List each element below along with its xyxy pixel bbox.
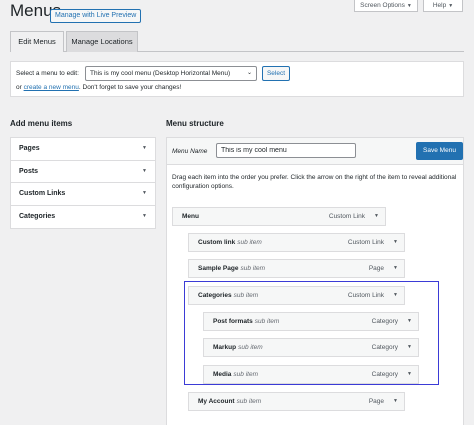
tab-manage-locations[interactable]: Manage Locations <box>66 31 138 52</box>
accordion-posts[interactable]: Posts ▼ <box>11 161 155 183</box>
create-menu-line: or create a new menu. Don't forget to sa… <box>16 84 181 91</box>
caret-down-icon: ▼ <box>142 167 147 174</box>
caret-down-icon[interactable]: ▼ <box>393 234 398 251</box>
menu-item[interactable]: My Account sub item Page ▼ <box>188 392 405 411</box>
accordion-pages[interactable]: Pages ▼ <box>11 138 155 161</box>
menu-name-input[interactable] <box>216 143 356 158</box>
caret-down-icon[interactable]: ▼ <box>374 208 379 225</box>
accordion-label: Pages <box>19 145 40 152</box>
caret-down-icon[interactable]: ▼ <box>393 393 398 410</box>
menu-item-type: Page <box>368 265 384 272</box>
help-button[interactable]: Help ▼ <box>423 0 463 12</box>
accordion-label: Posts <box>19 167 39 175</box>
caret-down-icon: ▼ <box>448 3 454 9</box>
save-menu-button[interactable]: Save Menu <box>416 142 463 160</box>
accordion-label: Categories <box>19 212 56 220</box>
menu-item[interactable]: Custom link sub item Custom Link ▼ <box>188 233 405 252</box>
menu-structure-heading: Menu structure <box>166 119 224 128</box>
menu-item-title: My Account <box>198 398 235 405</box>
menu-item-type: Page <box>368 398 384 405</box>
add-items-accordion: Pages ▼ Posts ▼ Custom Links ▼ Categories ▼ <box>10 137 156 229</box>
manage-live-preview-button[interactable]: Manage with Live Preview <box>50 9 142 23</box>
menu-item-type: Custom Link <box>328 213 365 220</box>
menu-item-sub: sub item <box>237 239 262 246</box>
tab-edit-menus[interactable]: Edit Menus <box>10 31 64 52</box>
menu-name-label: Menu Name <box>172 148 208 155</box>
save-reminder-text: . Don't forget to save your changes! <box>78 84 182 91</box>
create-new-menu-link[interactable]: create a new menu <box>24 84 79 91</box>
menu-item-title: Sample Page <box>198 265 239 272</box>
accordion-categories[interactable]: Categories ▼ <box>11 206 155 229</box>
caret-down-icon: ▼ <box>406 3 412 9</box>
accordion-custom-links[interactable]: Custom Links ▼ <box>11 183 155 206</box>
highlight-box <box>184 281 439 385</box>
menu-item-title: Custom link <box>198 239 236 246</box>
caret-down-icon: ▼ <box>142 190 147 196</box>
or-text: or <box>16 84 22 91</box>
caret-down-icon: ▼ <box>142 145 147 151</box>
menu-select-value: This is my cool menu (Desktop Horizontal… <box>90 70 231 77</box>
caret-down-icon[interactable]: ▼ <box>393 260 398 277</box>
drag-instructions: Drag each item into the order you prefer… <box>172 174 457 190</box>
help-label: Help <box>432 2 447 9</box>
screen-options-label: Screen Options <box>360 2 405 9</box>
add-menu-items-heading: Add menu items <box>10 119 73 128</box>
select-menu-label: Select a menu to edit: <box>16 70 79 77</box>
menu-item-sub: sub item <box>236 398 262 405</box>
menu-item-title: Menu <box>182 213 199 220</box>
menu-item[interactable]: Menu Custom Link ▼ <box>172 207 386 226</box>
select-button[interactable]: Select <box>262 66 290 81</box>
menu-select-dropdown[interactable]: This is my cool menu (Desktop Horizontal… <box>85 66 257 81</box>
caret-down-icon: ▼ <box>142 212 147 219</box>
menu-item-type: Custom Link <box>347 239 384 246</box>
menu-item-sub: sub item <box>240 265 266 272</box>
accordion-label: Custom Links <box>19 190 66 197</box>
menu-item[interactable]: Sample Page sub item Page ▼ <box>188 259 405 278</box>
chevron-down-icon: ⌄ <box>246 70 252 76</box>
screen-options-button[interactable]: Screen Options ▼ <box>354 0 418 12</box>
